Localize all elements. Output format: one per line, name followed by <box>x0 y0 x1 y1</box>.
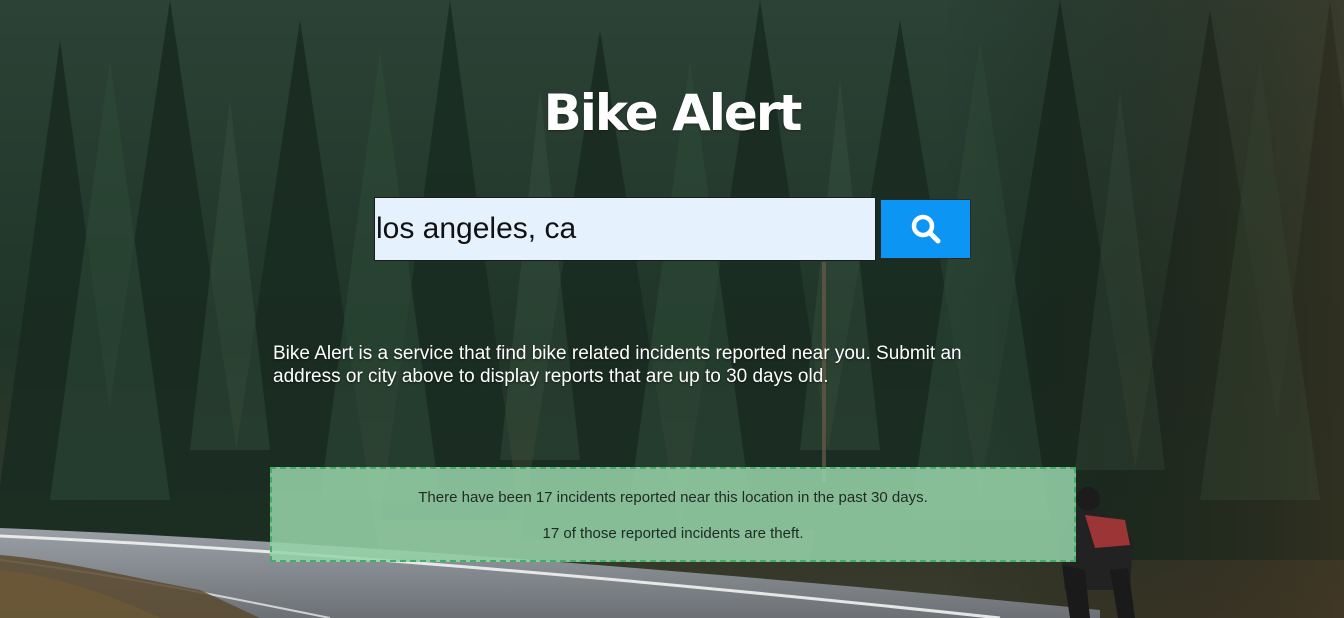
theft-count-text: 17 of those reported incidents are theft… <box>542 525 804 542</box>
search-button[interactable] <box>880 199 971 259</box>
service-description: Bike Alert is a service that find bike r… <box>273 343 962 387</box>
search-icon <box>910 213 942 245</box>
app-title: Bike Alert <box>543 84 803 142</box>
incident-total-text: There have been 17 incidents reported ne… <box>418 489 928 506</box>
results-panel: There have been 17 incidents reported ne… <box>270 467 1076 562</box>
location-search-input[interactable] <box>374 197 876 261</box>
